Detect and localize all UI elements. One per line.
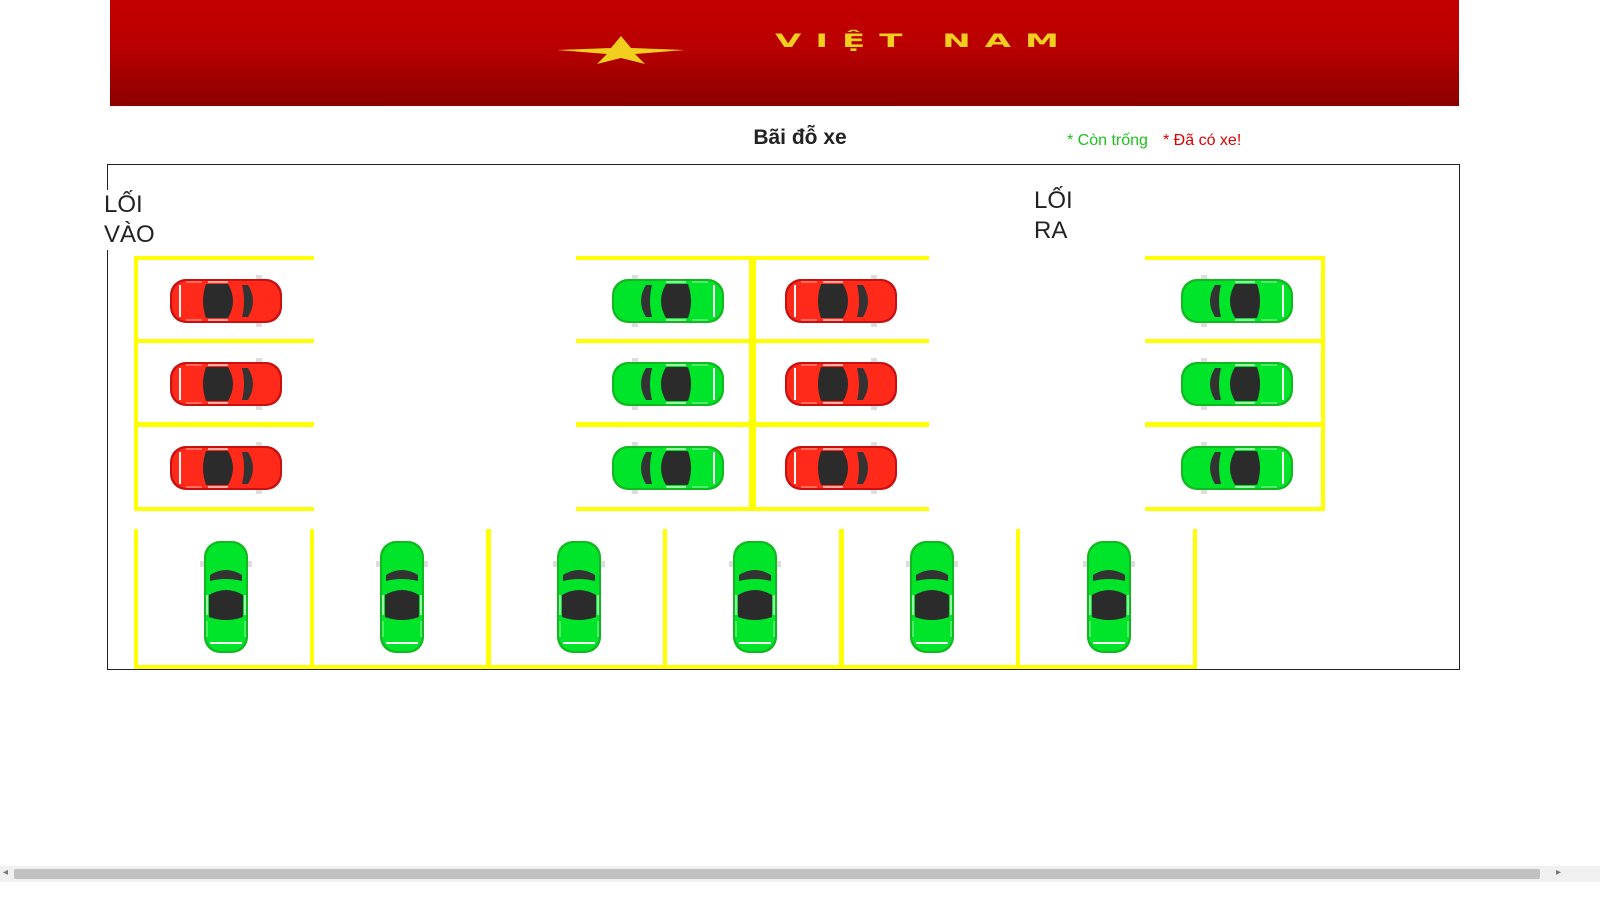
entry-gate-label: LỐI VÀO [104, 190, 155, 250]
car-taken-icon[interactable] [166, 440, 286, 501]
legend-free: * Còn trống [1067, 132, 1148, 149]
car-free-icon[interactable] [608, 440, 728, 501]
car-free-icon[interactable] [1081, 537, 1137, 662]
car-free-icon[interactable] [1177, 440, 1297, 501]
scroll-left-arrow-icon[interactable]: ◂ [3, 867, 8, 878]
car-free-icon[interactable] [727, 537, 783, 662]
car-taken-icon[interactable] [781, 273, 901, 334]
entry-gate-line1: LỐI [104, 191, 143, 218]
scroll-right-arrow-icon[interactable]: ▸ [1556, 867, 1561, 878]
car-taken-icon[interactable] [166, 273, 286, 334]
car-free-icon[interactable] [198, 537, 254, 662]
car-free-icon[interactable] [1177, 273, 1297, 334]
car-free-icon[interactable] [374, 537, 430, 662]
car-free-icon[interactable] [608, 273, 728, 334]
exit-gate-label: LỐI RA [1034, 186, 1073, 246]
exit-gate-line1: LỐI [1034, 187, 1073, 214]
scrollbar-thumb[interactable] [14, 869, 1540, 879]
horizontal-scrollbar[interactable]: ◂ ▸ [0, 866, 1600, 882]
car-taken-icon[interactable] [166, 356, 286, 417]
car-free-icon[interactable] [608, 356, 728, 417]
car-free-icon[interactable] [1177, 356, 1297, 417]
page-title: Bãi đỗ xe [753, 126, 847, 149]
entry-gate-line2: VÀO [104, 221, 155, 248]
legend-taken: * Đã có xe! [1163, 132, 1242, 149]
star-icon [557, 36, 685, 64]
exit-gate-line2: RA [1034, 217, 1068, 244]
banner-title: VIỆT NAM [775, 30, 1073, 52]
car-free-icon[interactable] [904, 537, 960, 662]
header-banner: VIỆT NAM [110, 0, 1459, 106]
car-taken-icon[interactable] [781, 440, 901, 501]
car-taken-icon[interactable] [781, 356, 901, 417]
car-free-icon[interactable] [551, 537, 607, 662]
